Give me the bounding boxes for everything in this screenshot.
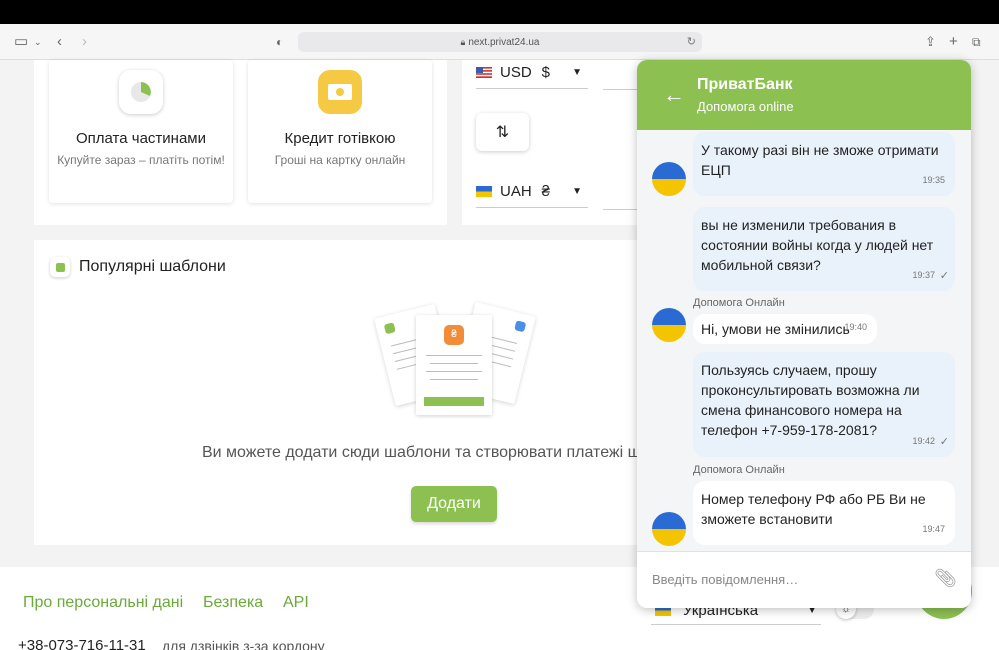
back-arrow-icon[interactable]: ← [663,82,685,108]
browser-toolbar: ▭ ⌄ ‹ › ◐ 🔒︎ next.privat24.ua ↻ ⇪ + ⧉ [0,24,999,60]
popular-templates-section: Популярні шаблони ₴ Ви можете додати сюд… [34,240,654,545]
message-sender: Допомога Онлайн [693,297,785,309]
currency-code: UAH [500,183,532,200]
currency-symbol: $ [541,64,551,81]
privacy-shield-icon[interactable]: ◐ [276,33,283,51]
avatar [652,162,686,196]
message-text: У такому разі він не зможе отримати ЕЦП [701,142,939,178]
footer-link-personal-data[interactable]: Про персональні дані [23,594,183,612]
card-cash-credit[interactable]: Кредит готівкою Гроші на картку онлайн [248,60,432,203]
message-text: Пользуясь случаем, прошу проконсультиров… [701,362,920,438]
read-check-icon: ✓ [939,270,949,282]
support-phone-note: для дзвінків з-за кордону [162,638,325,650]
ua-flag-icon [476,186,492,197]
chevron-down-icon[interactable]: ⌄ [34,33,42,51]
caret-down-icon: ▼ [572,67,582,78]
reload-icon[interactable]: ↻ [687,32,696,52]
card-title: Кредит готівкою [284,130,396,147]
sidebar-icon[interactable]: ▭ [14,33,28,51]
new-tab-icon[interactable]: + [949,33,958,51]
chat-message: Номер телефону РФ або РБ Ви не зможете в… [693,481,955,545]
templates-icon [50,257,70,277]
chat-header: ← ПриватБанк Допомога online [637,60,971,130]
banknote-icon [318,70,362,114]
chat-messages[interactable]: У такому разі він не зможе отримати ЕЦП … [637,130,971,551]
footer-link-security[interactable]: Безпека [203,594,263,612]
chat-message: Ні, умови не змінились 19:40 [693,314,877,344]
card-subtitle: Купуйте зараз – платіть потім! [57,153,225,167]
avatar [652,512,686,546]
message-time: 19:42 [912,436,935,446]
message-text: вы не изменили требования в состоянии во… [701,217,934,273]
swap-currencies-button[interactable]: ⇅ [476,113,529,151]
chat-message: вы не изменили требования в состоянии во… [693,207,955,291]
section-title: Популярні шаблони [79,258,226,275]
chat-subtitle: Допомога online [697,99,794,114]
tab-overview-icon[interactable]: ⧉ [972,33,981,51]
message-input[interactable]: Введіть повідомлення… 📎︎ [637,551,971,608]
chat-title: ПриватБанк [697,76,793,93]
footer-link-api[interactable]: API [283,594,309,612]
share-icon[interactable]: ⇪ [925,33,936,51]
empty-templates-text: Ви можете додати сюди шаблони та створюв… [202,444,650,461]
card-title: Оплата частинами [76,130,206,147]
forward-icon[interactable]: › [82,33,87,51]
currency-symbol: ₴ [541,183,551,200]
swap-arrows-icon: ⇅ [495,124,510,141]
us-flag-icon [476,67,492,78]
message-time: 19:40 [844,322,867,332]
message-text: Номер телефону РФ або РБ Ви не зможете в… [701,491,926,527]
message-text: Ні, умови не змінились [701,321,850,337]
attach-icon[interactable]: 📎︎ [934,568,957,589]
support-phone[interactable]: +38-073-716-11-31 [18,637,146,650]
currency-code: USD [500,64,532,81]
message-input-placeholder: Введіть повідомлення… [652,572,799,587]
avatar [652,308,686,342]
add-template-button[interactable]: Додати [411,486,497,522]
read-check-icon: ✓ [939,436,949,448]
message-time: 19:37 [912,270,935,280]
lock-icon: 🔒︎ [460,37,466,47]
card-installments[interactable]: Оплата частинами Купуйте зараз – платіть… [49,60,233,203]
chat-message: Пользуясь случаем, прошу проконсультиров… [693,352,955,457]
back-icon[interactable]: ‹ [57,33,62,51]
chat-window: ← ПриватБанк Допомога online У такому ра… [637,60,971,608]
chat-message: У такому разі він не зможе отримати ЕЦП … [693,132,955,196]
from-currency-select[interactable]: USD $ ▼ [476,57,588,89]
screen-top-bar [0,0,999,24]
message-sender: Допомога Онлайн [693,464,785,476]
to-currency-select[interactable]: UAH ₴ ▼ [476,176,588,208]
card-subtitle: Гроші на картку онлайн [274,153,406,167]
url-text: next.privat24.ua [468,37,540,48]
address-bar[interactable]: 🔒︎ next.privat24.ua ↻ [298,32,702,52]
message-time: 19:47 [922,524,945,534]
message-time: 19:35 [922,175,945,185]
caret-down-icon: ▼ [572,186,582,197]
pie-chart-icon [119,70,163,114]
